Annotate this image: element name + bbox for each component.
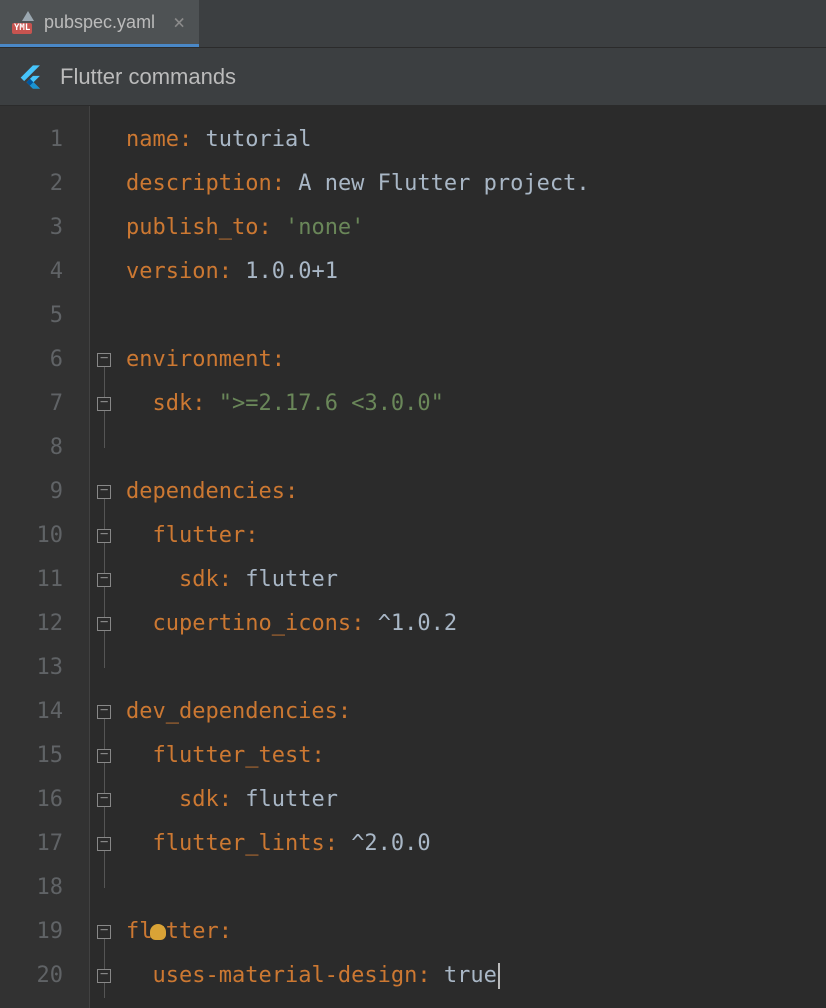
code-line: description: A new Flutter project. [126, 162, 826, 206]
code-line: flutter_lints: ^2.0.0 [126, 822, 826, 866]
line-number: 7 [0, 382, 89, 426]
tab-filename: pubspec.yaml [44, 12, 155, 33]
fold-toggle-icon[interactable] [97, 485, 111, 499]
line-number: 20 [0, 954, 89, 998]
flutter-commands-banner[interactable]: Flutter commands [0, 48, 826, 106]
yaml-file-icon: YML [14, 11, 36, 33]
code-line [126, 426, 826, 470]
intention-bulb-icon[interactable] [150, 924, 166, 940]
code-line [126, 866, 826, 910]
fold-toggle-icon[interactable] [97, 705, 111, 719]
code-line: uses-material-design: true [126, 954, 826, 998]
fold-toggle-icon[interactable] [97, 837, 111, 851]
code-line: dependencies: [126, 470, 826, 514]
code-line: flutter: [126, 910, 826, 954]
fold-column [90, 106, 118, 1008]
fold-toggle-icon[interactable] [97, 573, 111, 587]
line-number: 14 [0, 690, 89, 734]
text-cursor [498, 963, 500, 989]
code-line [126, 646, 826, 690]
banner-title: Flutter commands [60, 64, 236, 90]
line-number: 19 [0, 910, 89, 954]
line-gutter: 1 2 3 4 5 6 7 8 9 10 11 12 13 14 15 16 1… [0, 106, 90, 1008]
fold-toggle-icon[interactable] [97, 617, 111, 631]
tab-bar: YML pubspec.yaml × [0, 0, 826, 48]
fold-toggle-icon[interactable] [97, 529, 111, 543]
line-number: 2 [0, 162, 89, 206]
line-number: 5 [0, 294, 89, 338]
code-line: dev_dependencies: [126, 690, 826, 734]
line-number: 4 [0, 250, 89, 294]
line-number: 13 [0, 646, 89, 690]
line-number: 15 [0, 734, 89, 778]
close-icon[interactable]: × [173, 10, 185, 34]
code-line: publish_to: 'none' [126, 206, 826, 250]
code-line: flutter: [126, 514, 826, 558]
fold-toggle-icon[interactable] [97, 749, 111, 763]
code-line: version: 1.0.0+1 [126, 250, 826, 294]
code-line: sdk: flutter [126, 778, 826, 822]
fold-toggle-icon[interactable] [97, 353, 111, 367]
line-number: 17 [0, 822, 89, 866]
code-line: flutter_test: [126, 734, 826, 778]
line-number: 11 [0, 558, 89, 602]
line-number: 8 [0, 426, 89, 470]
code-editor[interactable]: 1 2 3 4 5 6 7 8 9 10 11 12 13 14 15 16 1… [0, 106, 826, 1008]
code-line: sdk: ">=2.17.6 <3.0.0" [126, 382, 826, 426]
line-number: 6 [0, 338, 89, 382]
file-tab[interactable]: YML pubspec.yaml × [0, 0, 199, 47]
code-line: sdk: flutter [126, 558, 826, 602]
code-line: cupertino_icons: ^1.0.2 [126, 602, 826, 646]
line-number: 12 [0, 602, 89, 646]
line-number: 3 [0, 206, 89, 250]
code-line: name: tutorial [126, 118, 826, 162]
line-number: 10 [0, 514, 89, 558]
flutter-logo-icon [16, 63, 44, 91]
line-number: 1 [0, 118, 89, 162]
fold-toggle-icon[interactable] [97, 793, 111, 807]
line-number: 16 [0, 778, 89, 822]
fold-toggle-icon[interactable] [97, 397, 111, 411]
fold-toggle-icon[interactable] [97, 925, 111, 939]
code-line [126, 294, 826, 338]
code-content[interactable]: name: tutorial description: A new Flutte… [118, 106, 826, 1008]
line-number: 18 [0, 866, 89, 910]
code-line: environment: [126, 338, 826, 382]
fold-toggle-icon[interactable] [97, 969, 111, 983]
line-number: 9 [0, 470, 89, 514]
